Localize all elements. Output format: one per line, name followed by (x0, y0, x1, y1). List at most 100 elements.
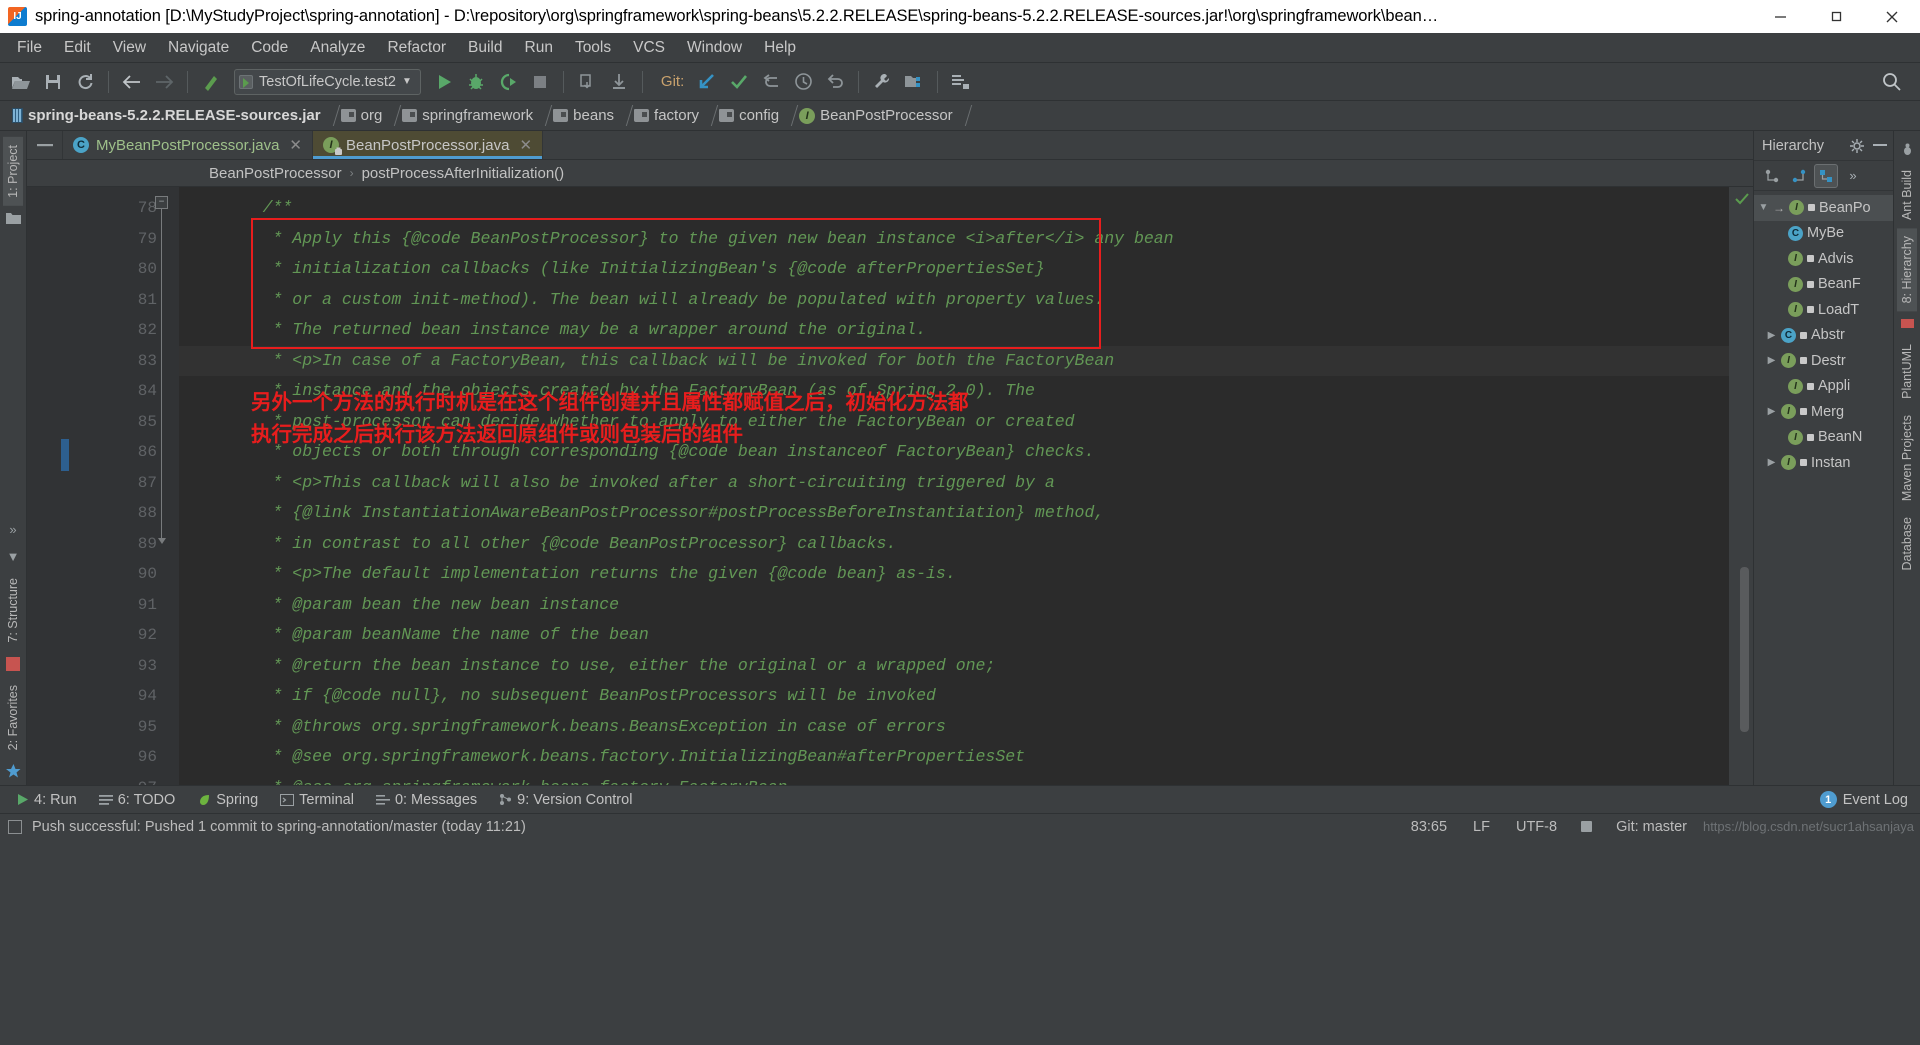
class-hierarchy-icon[interactable] (1814, 163, 1838, 188)
debug-icon[interactable] (461, 67, 491, 97)
fold-collapse-icon[interactable]: – (155, 196, 168, 210)
git-commit-icon[interactable] (724, 67, 754, 97)
sidebar-item-maven-projects[interactable]: Maven Projects (1897, 407, 1917, 509)
line-separator[interactable]: LF (1463, 819, 1500, 835)
chevron-right-icon[interactable]: ▶ (1766, 355, 1777, 366)
caret-position[interactable]: 83:65 (1401, 819, 1457, 835)
breadcrumb-jar[interactable]: spring-beans-5.2.2.RELEASE-sources.jar (8, 101, 327, 130)
code-editor[interactable]: – 78 79 80 81 82 83 84 85 86 87 88 89 90 (27, 187, 1753, 786)
sidebar-item-favorites[interactable]: 2: Favorites (3, 677, 23, 758)
tool-window-todo[interactable]: 6: TODO (89, 789, 185, 811)
menu-window[interactable]: Window (676, 36, 753, 60)
breadcrumb-config[interactable]: config (715, 101, 785, 130)
run-icon[interactable] (429, 67, 459, 97)
hierarchy-node[interactable]: I Appli (1754, 374, 1893, 400)
ant-build-icon[interactable] (1901, 143, 1914, 156)
git-history-icon[interactable] (788, 67, 818, 97)
git-push-icon[interactable] (756, 67, 786, 97)
tab-mybeanpostprocessor[interactable]: C MyBeanPostProcessor.java ✕ (63, 131, 313, 160)
tool-window-version-control[interactable]: 9: Version Control (489, 789, 642, 811)
hierarchy-node[interactable]: I LoadT (1754, 297, 1893, 323)
favorites-star-icon[interactable] (5, 764, 21, 779)
breadcrumb-method[interactable]: postProcessAfterInitialization() (362, 165, 565, 182)
breadcrumb-org[interactable]: org (337, 101, 389, 130)
sidebar-item-database[interactable]: Database (1897, 509, 1917, 579)
git-rollback-icon[interactable] (820, 67, 850, 97)
supertypes-hierarchy-icon[interactable] (1787, 164, 1811, 188)
tabs-collapse-icon[interactable] (27, 131, 63, 160)
manage-modules-icon[interactable] (946, 67, 976, 97)
file-encoding[interactable]: UTF-8 (1506, 819, 1567, 835)
code-text-area[interactable]: /** * Apply this {@code BeanPostProcesso… (179, 187, 1729, 785)
search-icon[interactable] (1876, 67, 1906, 97)
menu-edit[interactable]: Edit (53, 36, 102, 60)
close-button[interactable] (1864, 0, 1920, 33)
editor-scrollbar-thumb[interactable] (1740, 567, 1749, 733)
sidebar-item-ant-build[interactable]: Ant Build (1897, 162, 1917, 228)
more-options-icon[interactable]: » (1841, 164, 1865, 188)
forward-arrow-icon[interactable] (149, 67, 179, 97)
build-hammer-icon[interactable] (196, 67, 226, 97)
sidebar-item-hierarchy[interactable]: 8: Hierarchy (1897, 228, 1917, 312)
minimize-button[interactable] (1752, 0, 1808, 33)
minimize-icon[interactable] (1871, 144, 1889, 147)
hierarchy-node[interactable]: ▶ I Destr (1754, 348, 1893, 374)
hierarchy-node[interactable]: I BeanN (1754, 425, 1893, 451)
read-only-lock-icon[interactable] (1581, 821, 1593, 832)
close-icon[interactable]: ✕ (519, 136, 532, 154)
menu-vcs[interactable]: VCS (622, 36, 676, 60)
menu-view[interactable]: View (102, 36, 157, 60)
subtypes-hierarchy-icon[interactable] (1760, 164, 1784, 188)
tool-window-spring[interactable]: Spring (187, 789, 268, 811)
status-toggle-icon[interactable] (8, 819, 22, 834)
hierarchy-node[interactable]: ▶ I Instan (1754, 450, 1893, 476)
chevron-right-icon[interactable]: ▶ (1766, 406, 1777, 417)
structure-icon[interactable] (6, 656, 20, 671)
settings-wrench-icon[interactable] (867, 67, 897, 97)
project-structure-icon[interactable] (899, 67, 929, 97)
tool-window-run[interactable]: 4: Run (6, 789, 87, 811)
tool-window-terminal[interactable]: Terminal (270, 789, 364, 811)
git-branch[interactable]: Git: master (1606, 819, 1697, 835)
gear-icon[interactable] (1848, 138, 1866, 153)
menu-analyze[interactable]: Analyze (299, 36, 376, 60)
menu-file[interactable]: File (6, 36, 53, 60)
menu-run[interactable]: Run (514, 36, 564, 60)
sidebar-item-plantuml[interactable]: PlantUML (1897, 336, 1917, 407)
sync-icon[interactable] (70, 67, 100, 97)
sidebar-item-structure[interactable]: 7: Structure (3, 570, 23, 651)
menu-refactor[interactable]: Refactor (376, 36, 457, 60)
git-update-icon[interactable] (692, 67, 722, 97)
hierarchy-node[interactable]: ▶ C Abstr (1754, 323, 1893, 349)
update-project-icon[interactable] (572, 67, 602, 97)
inspection-ok-icon[interactable] (1735, 193, 1749, 205)
run-with-coverage-icon[interactable] (493, 67, 523, 97)
breadcrumb-class[interactable]: BeanPostProcessor (209, 165, 342, 182)
breadcrumb-factory[interactable]: factory (630, 101, 705, 130)
breadcrumb-beans[interactable]: beans (549, 101, 620, 130)
hierarchy-node[interactable]: I BeanF (1754, 272, 1893, 298)
open-folder-icon[interactable] (6, 67, 36, 97)
project-folder-icon[interactable] (5, 212, 21, 225)
chevron-down-icon[interactable]: ▼ (1758, 202, 1769, 213)
menu-navigate[interactable]: Navigate (157, 36, 240, 60)
hierarchy-node[interactable]: ▶ I Merg (1754, 399, 1893, 425)
breadcrumb-beanpostprocessor[interactable]: I BeanPostProcessor (795, 101, 959, 130)
collapse-strip-icon[interactable]: ▼ (7, 549, 20, 564)
sidebar-item-project[interactable]: 1: Project (3, 137, 23, 206)
menu-tools[interactable]: Tools (564, 36, 622, 60)
tool-window-event-log[interactable]: 1 Event Log (1812, 788, 1920, 811)
run-configuration-selector[interactable]: TestOfLifeCycle.test2 ▼ (234, 68, 421, 95)
chevron-right-icon[interactable]: ▶ (1766, 457, 1777, 468)
menu-code[interactable]: Code (240, 36, 299, 60)
tool-window-messages[interactable]: 0: Messages (366, 789, 487, 811)
stop-icon[interactable] (525, 67, 555, 97)
menu-build[interactable]: Build (457, 36, 513, 60)
hierarchy-node[interactable]: C MyBe (1754, 221, 1893, 247)
tab-beanpostprocessor[interactable]: I BeanPostProcessor.java ✕ (313, 131, 544, 160)
menu-help[interactable]: Help (753, 36, 807, 60)
breadcrumb-springframework[interactable]: springframework (398, 101, 539, 130)
hierarchy-node[interactable]: I Advis (1754, 246, 1893, 272)
back-arrow-icon[interactable] (117, 67, 147, 97)
plantuml-icon[interactable] (1900, 317, 1914, 330)
